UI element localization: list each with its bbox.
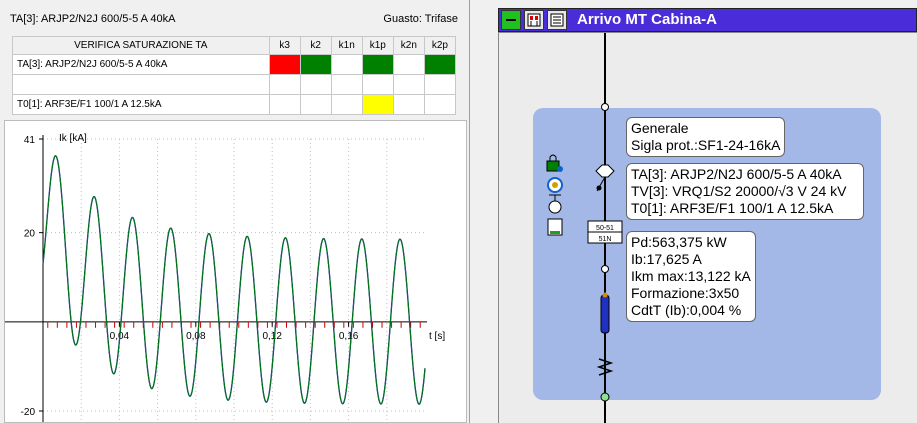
ib-line: Ib:17,625 A	[631, 251, 702, 267]
fault-type-label: Guasto: Trifase	[383, 13, 458, 25]
list-icon	[550, 13, 564, 27]
chart-svg: 4120-200,04 0,08 0,12 0,16Ik [kA]t [s]	[5, 133, 445, 422]
status-cell	[299, 54, 332, 75]
load-data-box[interactable]: Pd:563,375 kW Ib:17,625 A Ikm max:13,122…	[626, 231, 756, 322]
col-k2: k2	[299, 36, 332, 55]
x-tick-label: 0,16	[339, 331, 359, 342]
col-k1p: k1p	[361, 36, 394, 55]
table-row[interactable]: T0[1]: ARF3E/F1 100/1 A 12.5kA	[12, 94, 457, 115]
header-title: TA[3]: ARJP2/N2J 600/5-5 A 40kA	[10, 13, 176, 25]
y-axis-label: Ik [kA]	[59, 133, 87, 144]
cdt-line: CdtT (Ib):0,004 %	[631, 302, 742, 318]
breaker-icon	[527, 13, 541, 27]
row-name	[12, 74, 270, 95]
status-cell	[268, 54, 301, 75]
status-cell	[299, 94, 332, 115]
table-header-row: VERIFICA SATURAZIONE TA k3 k2 k1n k1p k2…	[12, 36, 457, 55]
left-panel: TA[3]: ARJP2/N2J 600/5-5 A 40kA Guasto: …	[0, 0, 470, 423]
panel-splitter[interactable]	[470, 0, 492, 423]
table-header-title: VERIFICA SATURAZIONE TA	[12, 36, 270, 55]
chart-header: TA[3]: ARJP2/N2J 600/5-5 A 40kA Guasto: …	[0, 0, 470, 36]
col-k2p: k2p	[423, 36, 457, 55]
status-cell	[392, 94, 425, 115]
status-cell	[268, 94, 301, 115]
formazione-line: Formazione:3x50	[631, 285, 740, 301]
tv-line: TV[3]: VRQ1/S2 20000/√3 V 24 kV	[631, 183, 847, 199]
current-chart: 41 20 -20 0,04 0,08 0,12 0,16 Ik [kA] t [s]	[4, 120, 467, 423]
relay-code-1: 50-51	[596, 225, 614, 232]
status-cell	[361, 94, 394, 115]
status-cell	[361, 74, 394, 95]
status-cell	[423, 74, 457, 95]
y-tick-label: -20	[21, 407, 36, 418]
battery-icon[interactable]	[547, 218, 563, 236]
row-name: T0[1]: ARF3E/F1 100/1 A 12.5kA	[12, 94, 270, 115]
list-button[interactable]	[547, 10, 567, 30]
voltage-transformer-icon[interactable]	[548, 194, 562, 214]
col-k1n: k1n	[330, 36, 363, 55]
status-cell	[330, 94, 363, 115]
ikm-line: Ikm max:13,122 kA	[631, 268, 751, 284]
right-panel: Arrivo MT Cabina-A 50-51 51N Generale Si…	[492, 0, 917, 423]
col-k2n: k2n	[392, 36, 425, 55]
status-cell	[392, 74, 425, 95]
diagram-toolbar: Arrivo MT Cabina-A	[498, 8, 917, 32]
x-axis-label: t [s]	[429, 331, 445, 342]
cable-joint-icon	[602, 292, 608, 298]
pd-line: Pd:563,375 kW	[631, 234, 727, 250]
saturation-table: VERIFICA SATURAZIONE TA k3 k2 k1n k1p k2…	[12, 36, 457, 115]
x-tick-label: 0,12	[262, 331, 282, 342]
table-row[interactable]: TA[3]: ARJP2/N2J 600/5-5 A 40kA	[12, 54, 457, 75]
status-cell	[330, 54, 363, 75]
status-cell	[423, 94, 457, 115]
diagram-title: Arrivo MT Cabina-A	[577, 11, 718, 28]
table-row[interactable]	[12, 74, 457, 95]
relay-code-2: 51N	[599, 236, 612, 243]
protection-code-line: Sigla prot.:SF1-24-16kA	[631, 137, 781, 153]
minus-icon	[506, 19, 516, 21]
status-cell	[299, 74, 332, 95]
t0-line: T0[1]: ARF3E/F1 100/1 A 12.5kA	[631, 200, 834, 216]
lock-icon[interactable]	[546, 154, 563, 172]
middle-node[interactable]	[601, 265, 609, 273]
y-tick-label: 20	[24, 229, 36, 240]
status-cell	[361, 54, 394, 75]
col-k3: k3	[268, 36, 301, 55]
earth-switch-icon[interactable]	[547, 177, 563, 193]
status-cell	[268, 74, 301, 95]
diagram-symbols: 50-51 51N	[546, 33, 623, 423]
top-node[interactable]	[601, 103, 609, 111]
row-name: TA[3]: ARJP2/N2J 600/5-5 A 40kA	[12, 54, 270, 75]
component-button[interactable]	[524, 10, 544, 30]
status-cell	[423, 54, 457, 75]
cable-segment[interactable]	[600, 294, 610, 334]
status-cell	[330, 74, 363, 95]
status-cell	[392, 54, 425, 75]
relay-box[interactable]: 50-51 51N	[587, 220, 623, 244]
generale-box[interactable]: Generale Sigla prot.:SF1-24-16kA	[626, 117, 786, 157]
y-tick-label: 41	[24, 135, 36, 146]
transformers-box[interactable]: TA[3]: ARJP2/N2J 600/5-5 A 40kA TV[3]: V…	[626, 163, 864, 220]
x-tick-label: 0,08	[186, 331, 206, 342]
bottom-node[interactable]	[600, 392, 610, 402]
single-line-diagram[interactable]: 50-51 51N Generale Sigla prot.:SF1-24-16…	[498, 32, 917, 423]
ta-line: TA[3]: ARJP2/N2J 600/5-5 A 40kA	[631, 166, 842, 182]
generale-line: Generale	[631, 120, 689, 136]
minimize-button[interactable]	[501, 10, 521, 30]
